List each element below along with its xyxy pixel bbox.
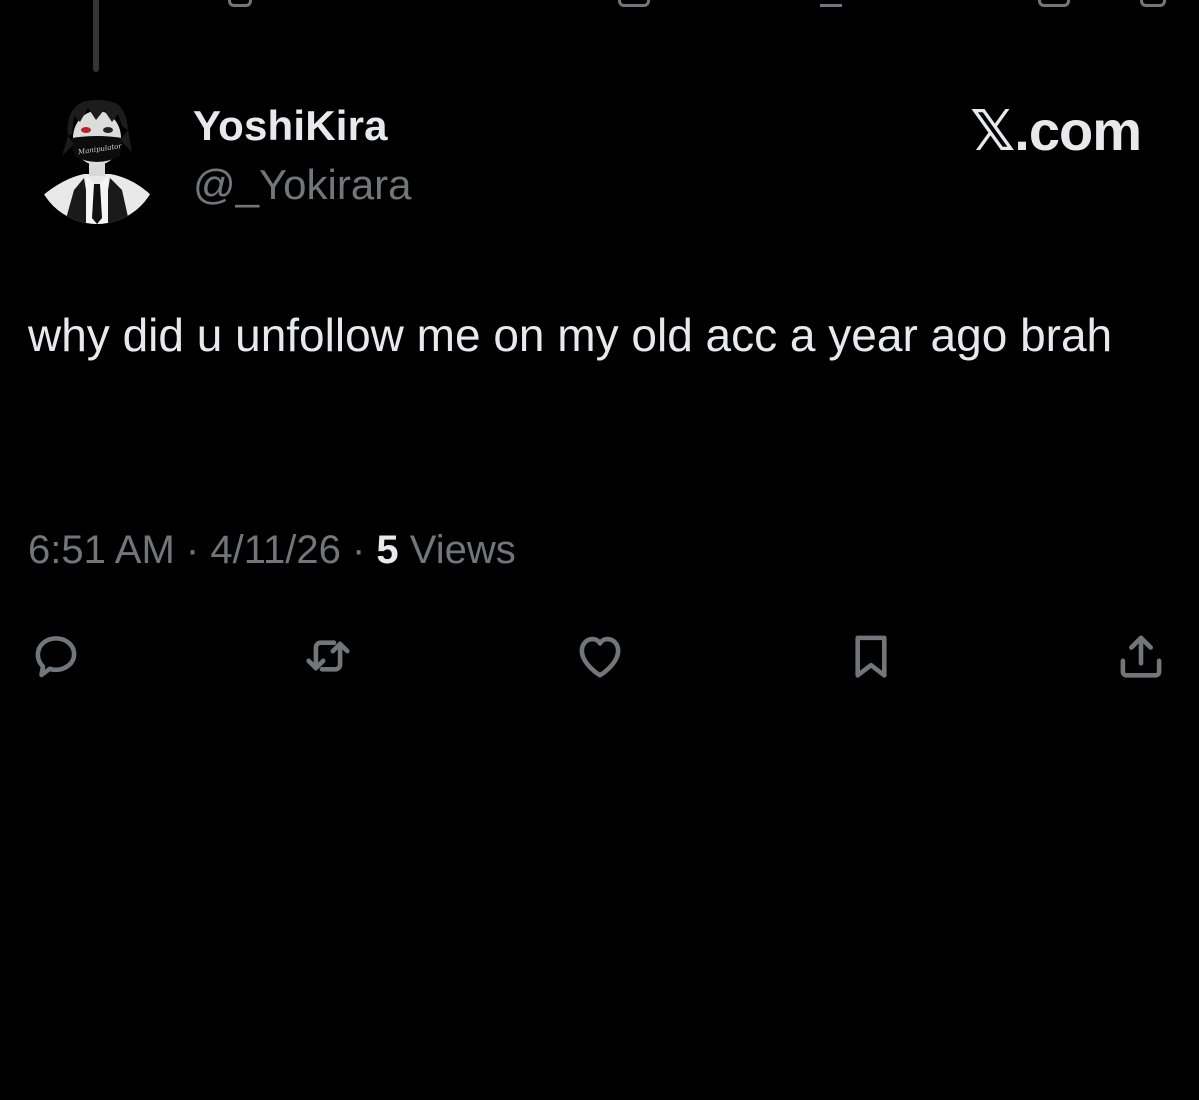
fragment-icon bbox=[1038, 0, 1070, 7]
share-button[interactable] bbox=[1111, 628, 1171, 684]
like-button[interactable] bbox=[570, 628, 630, 684]
tweet-meta: 6:51 AM · 4/11/26 · 5 Views bbox=[28, 528, 516, 573]
previous-tweet-actions-fragment bbox=[0, 0, 1199, 12]
share-upload-icon bbox=[1120, 635, 1162, 678]
tweet-time[interactable]: 6:51 AM bbox=[28, 528, 175, 572]
repost-arrows-icon bbox=[306, 640, 350, 672]
heart-icon bbox=[579, 636, 621, 678]
repost-button[interactable] bbox=[298, 628, 358, 684]
fragment-icon bbox=[618, 0, 650, 7]
speech-bubble-icon bbox=[35, 636, 77, 678]
author-display-name[interactable]: YoshiKira bbox=[193, 102, 388, 150]
tweet-date[interactable]: 4/11/26 bbox=[210, 528, 341, 572]
bookmark-icon bbox=[855, 635, 887, 678]
tweet-text: why did u unfollow me on my old acc a ye… bbox=[28, 309, 1113, 361]
author-handle[interactable]: @_Yokirara bbox=[193, 161, 412, 209]
bookmark-button[interactable] bbox=[841, 628, 901, 684]
meta-separator: · bbox=[351, 528, 366, 572]
meta-separator: · bbox=[185, 528, 200, 572]
fragment-icon bbox=[820, 0, 842, 7]
avatar-illustration: Manipulator bbox=[35, 100, 159, 224]
thread-connector-line bbox=[93, 0, 99, 72]
reply-button[interactable] bbox=[26, 628, 86, 684]
fragment-icon bbox=[1140, 0, 1166, 7]
views-count[interactable]: 5 bbox=[376, 528, 398, 572]
views-label[interactable]: Views bbox=[410, 528, 516, 572]
fragment-icon bbox=[228, 0, 252, 7]
avatar[interactable]: Manipulator bbox=[34, 86, 160, 226]
x-brand-logo: 𝕏.com bbox=[970, 99, 1142, 162]
